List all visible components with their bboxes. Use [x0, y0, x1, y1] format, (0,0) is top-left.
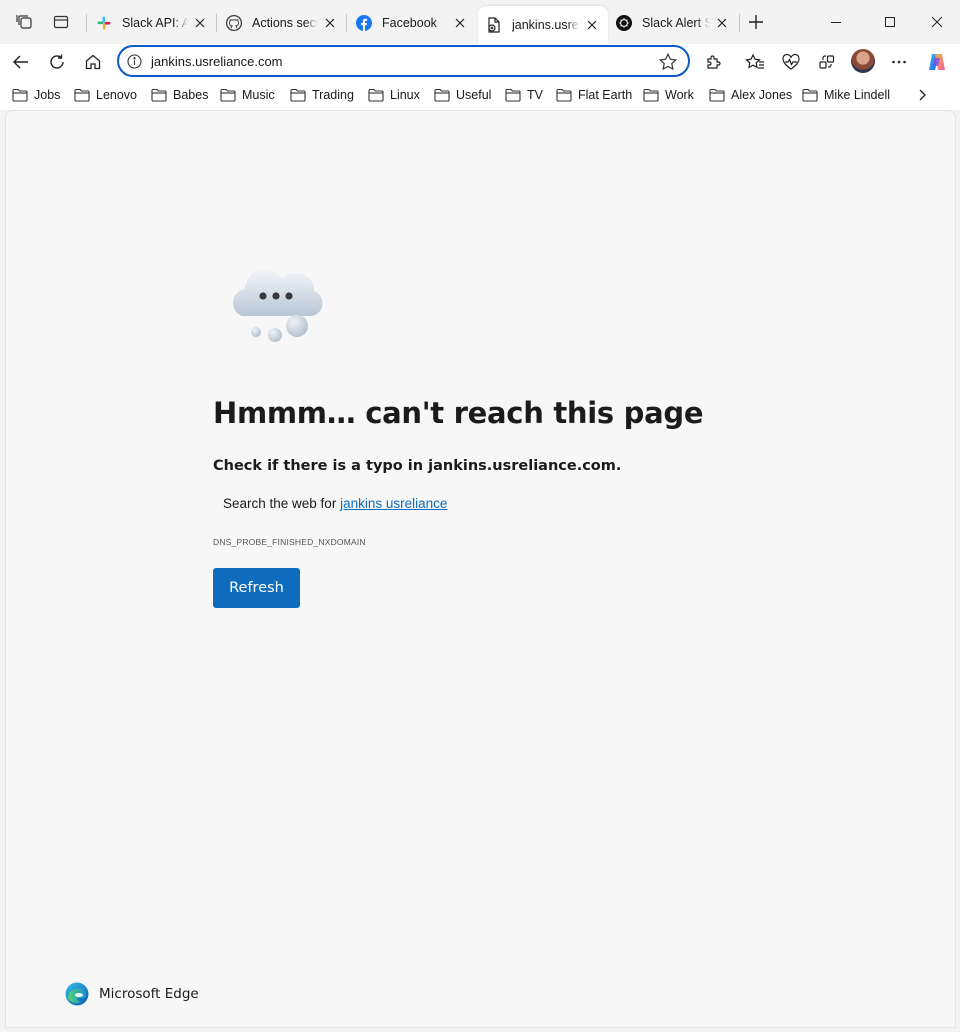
- tab-facebook[interactable]: Facebook: [348, 6, 476, 40]
- favorite-folder[interactable]: Mike Lindell: [802, 86, 890, 104]
- favorite-folder-label: Lenovo: [96, 88, 138, 102]
- back-icon[interactable]: [9, 50, 33, 74]
- tab-actions-secrets[interactable]: Actions secre: [218, 6, 346, 40]
- favorite-folder[interactable]: Linux: [368, 86, 420, 104]
- slack-icon: [96, 15, 112, 31]
- refresh-button[interactable]: Refresh: [213, 568, 300, 608]
- brand-name: Microsoft Edge: [99, 986, 199, 1002]
- tab-title: Slack API: Ap: [122, 16, 188, 30]
- site-info-icon[interactable]: [127, 54, 142, 69]
- favorite-folder-label: TV: [527, 88, 543, 102]
- close-window-icon[interactable]: [927, 12, 947, 32]
- page-content: [5, 110, 956, 1028]
- github-icon: [226, 15, 242, 31]
- close-tab-icon[interactable]: [584, 17, 600, 33]
- error-hint: Check if there is a typo in jankins.usre…: [213, 458, 622, 474]
- facebook-icon: [356, 15, 372, 31]
- search-suggestion: Search the web for jankins usreliance: [223, 496, 447, 511]
- new-tab-icon[interactable]: [746, 12, 766, 32]
- favorite-folder[interactable]: Lenovo: [74, 86, 137, 104]
- edge-branding: Microsoft Edge: [65, 982, 199, 1006]
- favorite-folder-label: Jobs: [34, 88, 61, 102]
- favorite-folder-label: Music: [242, 88, 275, 102]
- tab-jankins-active[interactable]: jankins.usreli: [478, 6, 608, 44]
- favorites-bar: Jobs Lenovo Babes Music Trading Linux Us…: [0, 80, 960, 110]
- favorite-folder-label: Flat Earth: [578, 88, 633, 102]
- error-title: Hmmm… can't reach this page: [213, 396, 704, 430]
- more-options-icon[interactable]: [887, 50, 911, 74]
- tab-strip: Slack API: Ap Actions secre Facebook jan…: [0, 0, 960, 44]
- minimize-icon[interactable]: [826, 12, 846, 32]
- address-url[interactable]: jankins.usreliance.com: [151, 54, 283, 69]
- favorite-folder-label: Work: [665, 88, 694, 102]
- workspaces-icon[interactable]: [15, 12, 35, 32]
- favorite-folder[interactable]: Jobs: [12, 86, 60, 104]
- close-tab-icon[interactable]: [452, 15, 468, 31]
- favorite-folder-label: Linux: [390, 88, 420, 102]
- edge-logo-icon: [65, 982, 89, 1006]
- browser-essentials-icon[interactable]: [779, 50, 803, 74]
- favorite-folder-label: Useful: [456, 88, 492, 102]
- favorite-folder-label: Babes: [173, 88, 209, 102]
- favorite-star-icon[interactable]: [658, 52, 678, 72]
- favorite-folder[interactable]: Flat Earth: [556, 86, 632, 104]
- tab-separator: [216, 14, 217, 32]
- close-tab-icon[interactable]: [322, 15, 338, 31]
- tab-separator: [739, 14, 740, 32]
- collections-icon[interactable]: [815, 50, 839, 74]
- search-web-link[interactable]: jankins usreliance: [340, 496, 447, 511]
- address-bar[interactable]: jankins.usreliance.com: [117, 45, 690, 77]
- favorite-folder[interactable]: Work: [643, 86, 694, 104]
- chatgpt-icon: [616, 15, 632, 31]
- tab-slack-api[interactable]: Slack API: Ap: [88, 6, 216, 40]
- favorite-folder[interactable]: Music: [220, 86, 275, 104]
- favorite-folder[interactable]: Babes: [151, 86, 208, 104]
- extensions-icon[interactable]: [702, 50, 726, 74]
- profile-avatar[interactable]: [851, 49, 875, 73]
- tab-separator: [346, 14, 347, 32]
- vertical-tabs-icon[interactable]: [51, 12, 71, 32]
- favorite-folder[interactable]: Alex Jones: [709, 86, 792, 104]
- tab-title: Slack Alert Se: [642, 16, 710, 30]
- error-code: DNS_PROBE_FINISHED_NXDOMAIN: [213, 537, 366, 547]
- copilot-icon[interactable]: [925, 50, 949, 74]
- chevron-right-icon[interactable]: [914, 87, 930, 103]
- tab-title: Facebook: [382, 16, 437, 30]
- favorite-folder[interactable]: Trading: [290, 86, 354, 104]
- favorite-folder-label: Alex Jones: [731, 88, 793, 102]
- maximize-icon[interactable]: [880, 12, 900, 32]
- favorites-icon[interactable]: [743, 50, 767, 74]
- home-icon[interactable]: [81, 50, 105, 74]
- favorite-folder[interactable]: Useful: [434, 86, 491, 104]
- close-tab-icon[interactable]: [192, 15, 208, 31]
- tab-slack-alert[interactable]: Slack Alert Se: [608, 6, 738, 40]
- cloud-error-icon: [220, 262, 332, 346]
- tab-separator: [86, 14, 87, 32]
- search-prefix: Search the web for: [223, 496, 341, 511]
- reload-icon[interactable]: [45, 50, 69, 74]
- favorite-folder-label: Mike Lindell: [824, 88, 891, 102]
- tab-title: Actions secre: [252, 16, 318, 30]
- favorite-folder[interactable]: TV: [505, 86, 543, 104]
- tab-title: jankins.usreli: [512, 18, 580, 32]
- close-tab-icon[interactable]: [714, 15, 730, 31]
- favorite-folder-label: Trading: [312, 88, 354, 102]
- error-page-icon: [486, 17, 502, 33]
- navigation-toolbar: jankins.usreliance.com: [0, 44, 960, 80]
